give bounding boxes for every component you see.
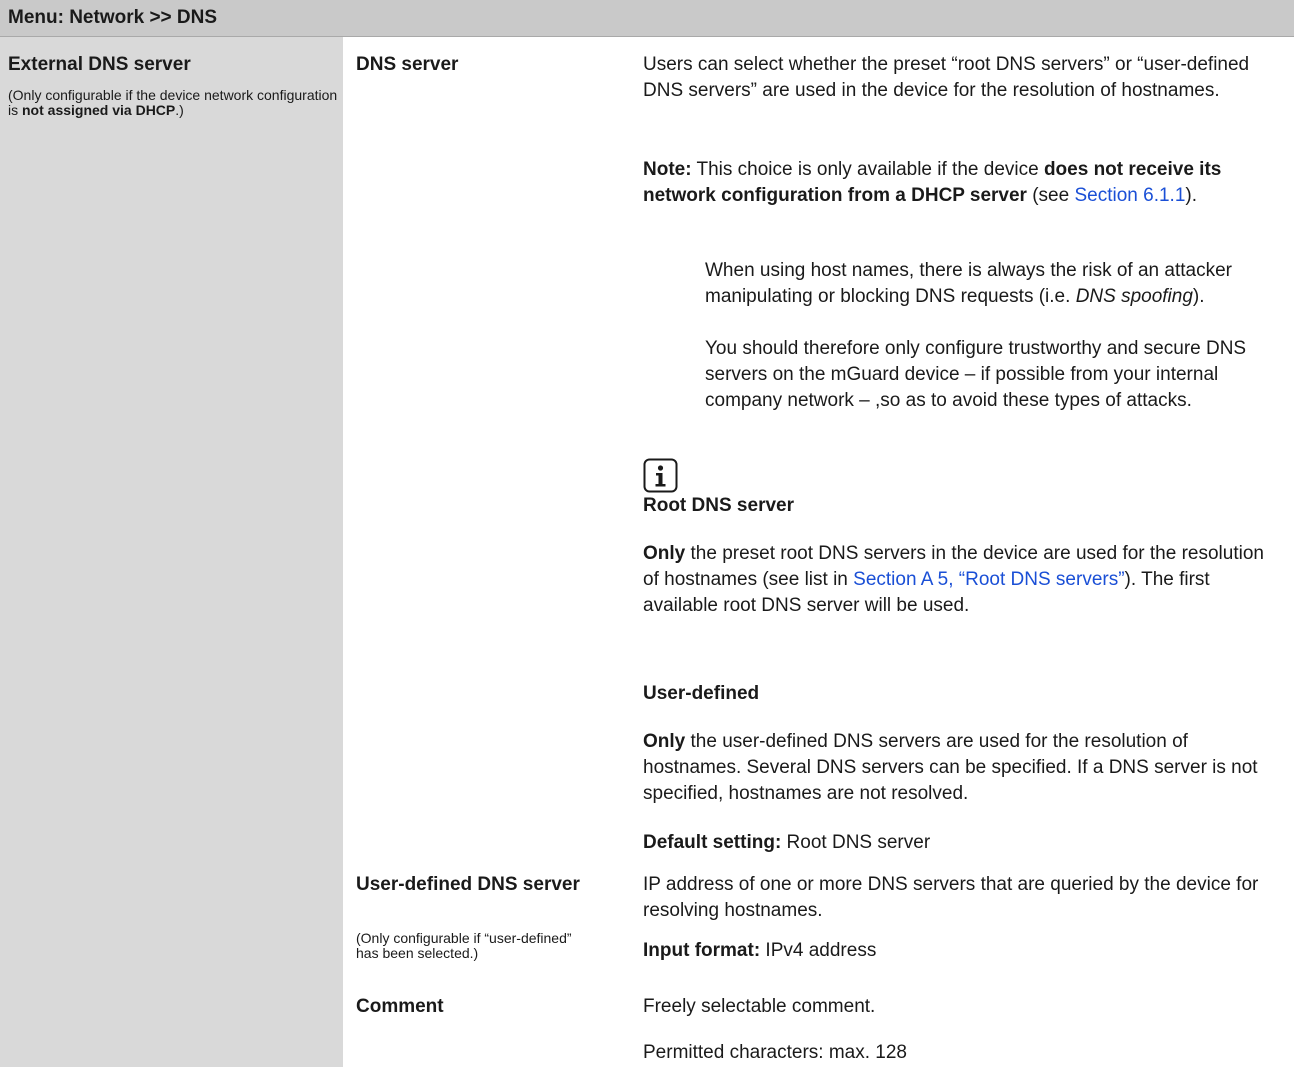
table-header: Menu: Network >> DNS bbox=[0, 0, 1294, 37]
user-defined-title: User-defined bbox=[643, 683, 760, 704]
comment-description: Freely selectable comment. bbox=[643, 996, 876, 1017]
field-name-dns-server: DNS server bbox=[356, 54, 459, 75]
section-title: External DNS server bbox=[8, 54, 191, 75]
menu-title: Menu: Network >> DNS bbox=[8, 7, 218, 28]
root-dns-description: Only the preset root DNS servers in the … bbox=[643, 543, 1264, 616]
user-defined-description: Only the user-defined DNS servers are us… bbox=[643, 731, 1258, 804]
user-defined-dns-note: (Only configurable if “user-defined” has… bbox=[356, 930, 572, 961]
field-name-user-defined-dns-server: User-defined DNS server bbox=[356, 874, 580, 895]
input-format: Input format: IPv4 address bbox=[643, 940, 877, 961]
user-defined-dns-description: IP address of one or more DNS servers th… bbox=[643, 874, 1259, 921]
dns-server-description: Users can select whether the preset “roo… bbox=[643, 54, 1250, 101]
left-column bbox=[0, 37, 343, 1067]
root-dns-link[interactable]: Section A 5, “Root DNS servers” bbox=[853, 569, 1124, 590]
info-text-2: You should therefore only configure trus… bbox=[705, 338, 1247, 411]
info-icon bbox=[643, 458, 678, 493]
dns-server-note: Note: This choice is only available if t… bbox=[643, 159, 1222, 206]
section-link[interactable]: Section 6.1.1 bbox=[1074, 185, 1185, 206]
field-name-comment: Comment bbox=[356, 996, 444, 1017]
info-text: When using host names, there is always t… bbox=[705, 260, 1232, 307]
root-dns-title: Root DNS server bbox=[643, 495, 794, 516]
default-setting: Default setting: Root DNS server bbox=[643, 832, 931, 853]
section-note: (Only configurable if the device net­wor… bbox=[8, 87, 338, 118]
comment-permitted: Permitted characters: max. 128 bbox=[643, 1042, 907, 1063]
